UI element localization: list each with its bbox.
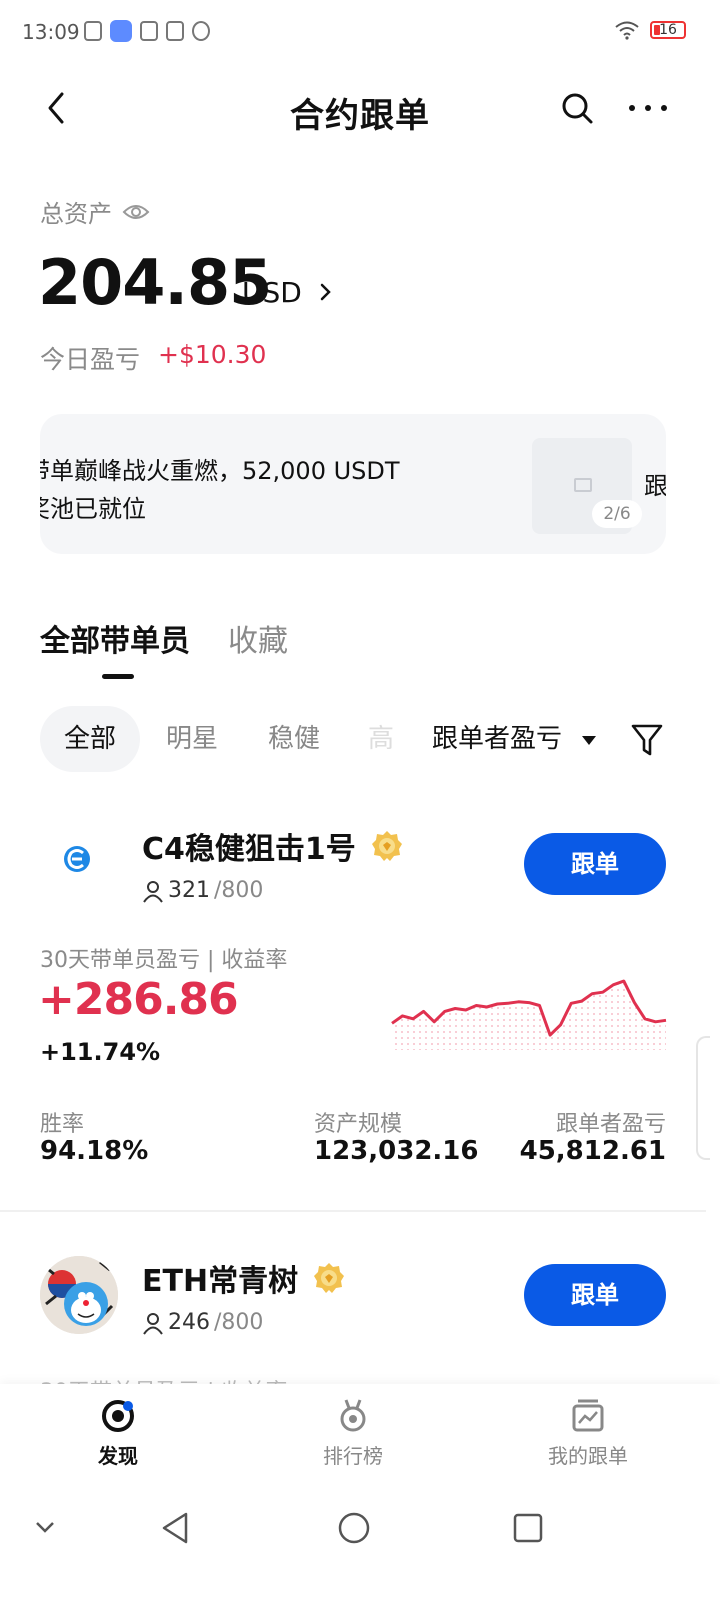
filter-chip-star[interactable]: 明星 <box>166 706 218 772</box>
more-icon[interactable] <box>626 92 670 124</box>
user-icon <box>143 880 163 903</box>
tab-ranking[interactable]: 排行榜 <box>273 1398 433 1469</box>
followers-current: 246 <box>168 1310 210 1335</box>
trader-avatar[interactable] <box>52 834 102 884</box>
image-placeholder-icon <box>574 478 592 492</box>
today-pnl-value: +$10.30 <box>158 340 267 369</box>
tab-discover[interactable]: 发现 <box>38 1398 198 1469</box>
followers-max: /800 <box>214 878 264 903</box>
tab-discover-label: 发现 <box>98 1444 138 1468</box>
aum-value: 123,032.16 <box>314 1136 479 1166</box>
user-icon <box>143 1312 163 1335</box>
system-nav-bar <box>0 1496 720 1600</box>
ranking-icon <box>340 1399 366 1432</box>
tab-my-copy-label: 我的跟单 <box>548 1444 628 1468</box>
banner-text: 带单巅峰战火重燃，52,000 USDT 奖池已就位 <box>40 452 400 528</box>
trader-avatar[interactable] <box>40 1256 118 1334</box>
bottom-tab-bar: 发现 排行榜 我的跟单 <box>0 1384 720 1496</box>
sparkline-area <box>392 981 666 1050</box>
chevron-right-icon[interactable] <box>318 280 334 304</box>
side-drawer-handle[interactable] <box>696 1036 710 1160</box>
pnl-metric-label: 30天带单员盈亏 | 收益率 <box>40 948 288 973</box>
total-assets-unit: USD <box>242 276 302 309</box>
recents-square-icon[interactable] <box>512 1512 544 1544</box>
banner-line-2: 奖池已就位 <box>40 495 146 523</box>
discover-icon <box>102 1400 134 1432</box>
my-copy-icon <box>572 1399 604 1432</box>
total-assets-label: 总资产 <box>40 200 112 228</box>
trader-name[interactable]: C4稳健狙击1号 <box>142 824 356 868</box>
follower-pnl-value: 45,812.61 <box>519 1136 666 1166</box>
pnl-sparkline <box>391 979 667 1050</box>
trader-name-row: ETH常青树 <box>142 1256 346 1300</box>
image-icon <box>140 21 158 41</box>
page-title: 合约跟单 <box>290 96 430 136</box>
search-icon[interactable] <box>560 88 596 128</box>
total-assets-label-row: 总资产 <box>40 194 150 229</box>
wifi-icon <box>615 21 639 40</box>
tab-my-copy-trades[interactable]: 我的跟单 <box>508 1398 668 1469</box>
trader-name[interactable]: ETH常青树 <box>142 1256 298 1300</box>
aum-label: 资产规模 <box>314 1112 403 1137</box>
follower-pnl-label: 跟单者盈亏 <box>555 1112 666 1137</box>
status-time: 13:09 <box>22 20 80 44</box>
trader-return-rate: +11.74% <box>40 1038 161 1066</box>
status-notification-icons <box>84 20 210 42</box>
gold-medal-icon <box>371 831 402 861</box>
sync-icon <box>192 21 210 41</box>
total-assets-value[interactable]: 204.85 <box>38 246 272 319</box>
filter-icon[interactable] <box>630 722 664 758</box>
status-system-icons: 16 <box>614 20 686 40</box>
win-rate-label: 胜率 <box>40 1112 85 1137</box>
followers-current: 321 <box>168 878 210 903</box>
today-pnl-label: 今日盈亏 <box>40 345 141 374</box>
follow-button[interactable]: 跟单 <box>524 833 666 895</box>
promo-banner[interactable]: 带单巅峰战火重燃，52,000 USDT 奖池已就位 跟 2/6 <box>40 414 666 554</box>
gold-medal-icon <box>314 1263 345 1293</box>
follow-button[interactable]: 跟单 <box>524 1264 666 1326</box>
trader-name-row: C4稳健狙击1号 <box>142 824 404 868</box>
card-divider <box>0 1210 706 1212</box>
sort-dropdown[interactable]: 跟单者盈亏 <box>432 706 562 772</box>
chevron-down-icon[interactable] <box>34 1518 56 1536</box>
trader-pnl: +286.86 <box>38 974 239 1025</box>
filter-chip-steady[interactable]: 稳健 <box>268 706 320 772</box>
tab-favorites[interactable]: 收藏 <box>228 616 288 660</box>
tab-all-traders[interactable]: 全部带单员 <box>40 616 190 660</box>
tab-ranking-label: 排行榜 <box>323 1444 383 1468</box>
alert-icon <box>84 21 102 41</box>
banner-line-1: 带单巅峰战火重燃，52,000 USDT <box>40 457 400 485</box>
win-rate-value: 94.18% <box>40 1136 149 1166</box>
eye-icon[interactable] <box>122 202 150 222</box>
follower-count: 246/800 <box>142 1310 263 1335</box>
active-tab-indicator <box>102 674 134 679</box>
banner-page-indicator: 2/6 <box>592 500 642 528</box>
battery-level: 16 <box>659 22 677 38</box>
battery-saver-icon <box>166 21 184 41</box>
app-notification-icon <box>110 20 132 42</box>
follower-count: 321/800 <box>142 878 263 903</box>
caret-down-icon[interactable] <box>582 736 596 745</box>
banner-next-slide-text: 跟 <box>644 472 666 500</box>
back-triangle-icon[interactable] <box>158 1510 192 1546</box>
battery-icon: 16 <box>650 21 686 39</box>
filter-chip-more[interactable]: 高 <box>368 706 394 772</box>
followers-max: /800 <box>214 1310 264 1335</box>
home-circle-icon[interactable] <box>336 1510 372 1546</box>
filter-chip-all[interactable]: 全部 <box>40 706 140 772</box>
